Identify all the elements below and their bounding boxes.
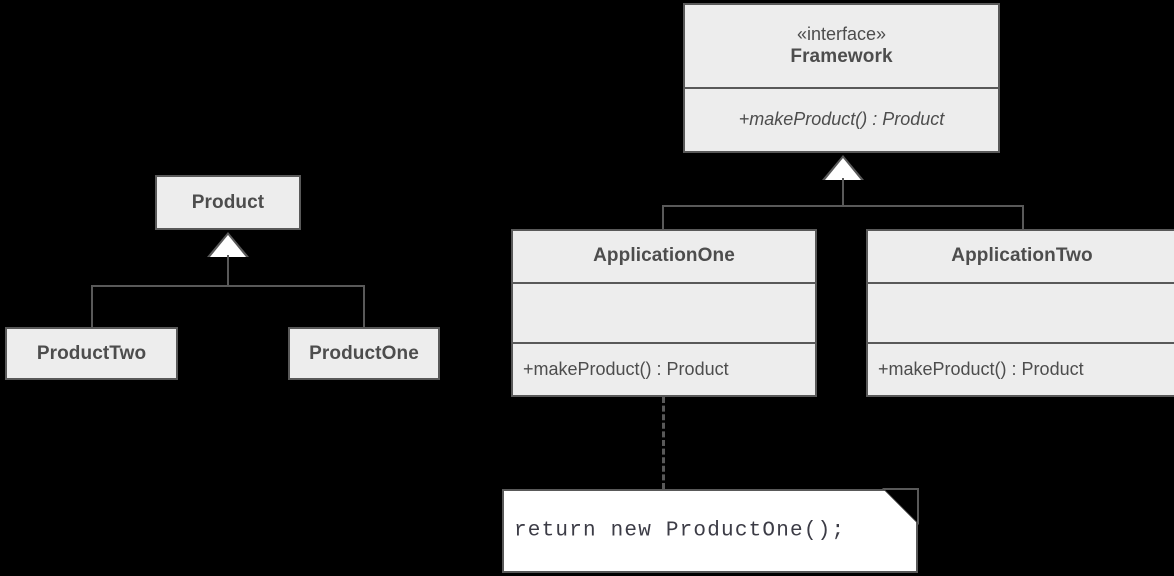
productone-name-compartment: ProductOne (290, 329, 438, 378)
class-box-productone[interactable]: ProductOne (288, 327, 440, 380)
applicationtwo-method-label: +makeProduct() : Product (878, 359, 1084, 380)
producttwo-name-compartment: ProductTwo (7, 329, 176, 378)
applicationone-name-compartment: ApplicationOne (513, 231, 815, 282)
product-name-compartment: Product (157, 177, 299, 228)
applicationtwo-method-compartment: +makeProduct() : Product (868, 342, 1174, 395)
class-box-framework[interactable]: «interface» Framework +makeProduct() : P… (683, 3, 1000, 153)
framework-class-name: Framework (790, 45, 893, 67)
applicationone-attributes-compartment (513, 281, 815, 343)
generalization-drop-productone (363, 285, 365, 327)
generalization-drop-applicationone (662, 205, 664, 230)
producttwo-class-name: ProductTwo (36, 342, 147, 364)
applicationone-class-name: ApplicationOne (593, 245, 735, 267)
generalization-crossbar-product (91, 285, 365, 287)
generalization-arrow-product-fill (210, 235, 246, 257)
note-box[interactable]: return new ProductOne(); (502, 488, 919, 573)
generalization-arrow-framework-fill (825, 158, 861, 180)
applicationtwo-attributes-compartment (868, 281, 1174, 343)
note-anchor-line (662, 397, 665, 489)
generalization-crossbar-framework (662, 205, 1024, 207)
framework-stereotype: «interface» (796, 24, 887, 45)
applicationtwo-class-name: ApplicationTwo (951, 245, 1093, 267)
framework-name-compartment: «interface» Framework (685, 5, 998, 87)
generalization-drop-applicationtwo (1022, 205, 1024, 230)
generalization-stem-product (227, 255, 229, 286)
product-class-name: Product (191, 191, 265, 213)
class-box-producttwo[interactable]: ProductTwo (5, 327, 178, 380)
note-text: return new ProductOne(); (514, 519, 846, 543)
generalization-arrow-product (207, 232, 249, 257)
class-box-product[interactable]: Product (155, 175, 301, 230)
generalization-stem-framework (842, 178, 844, 206)
note-fold-inner (885, 490, 917, 522)
framework-method-label: +makeProduct() : Product (738, 109, 945, 130)
applicationtwo-name-compartment: ApplicationTwo (868, 231, 1174, 282)
applicationone-method-label: +makeProduct() : Product (523, 359, 729, 380)
class-box-applicationone[interactable]: ApplicationOne +makeProduct() : Product (511, 229, 817, 397)
framework-method-compartment: +makeProduct() : Product (685, 86, 998, 151)
applicationone-method-compartment: +makeProduct() : Product (513, 342, 815, 395)
generalization-arrow-framework (822, 155, 864, 180)
productone-class-name: ProductOne (309, 342, 419, 364)
class-box-applicationtwo[interactable]: ApplicationTwo +makeProduct() : Product (866, 229, 1174, 397)
uml-diagram-canvas: «interface» Framework +makeProduct() : P… (0, 0, 1174, 576)
generalization-drop-producttwo (91, 285, 93, 327)
